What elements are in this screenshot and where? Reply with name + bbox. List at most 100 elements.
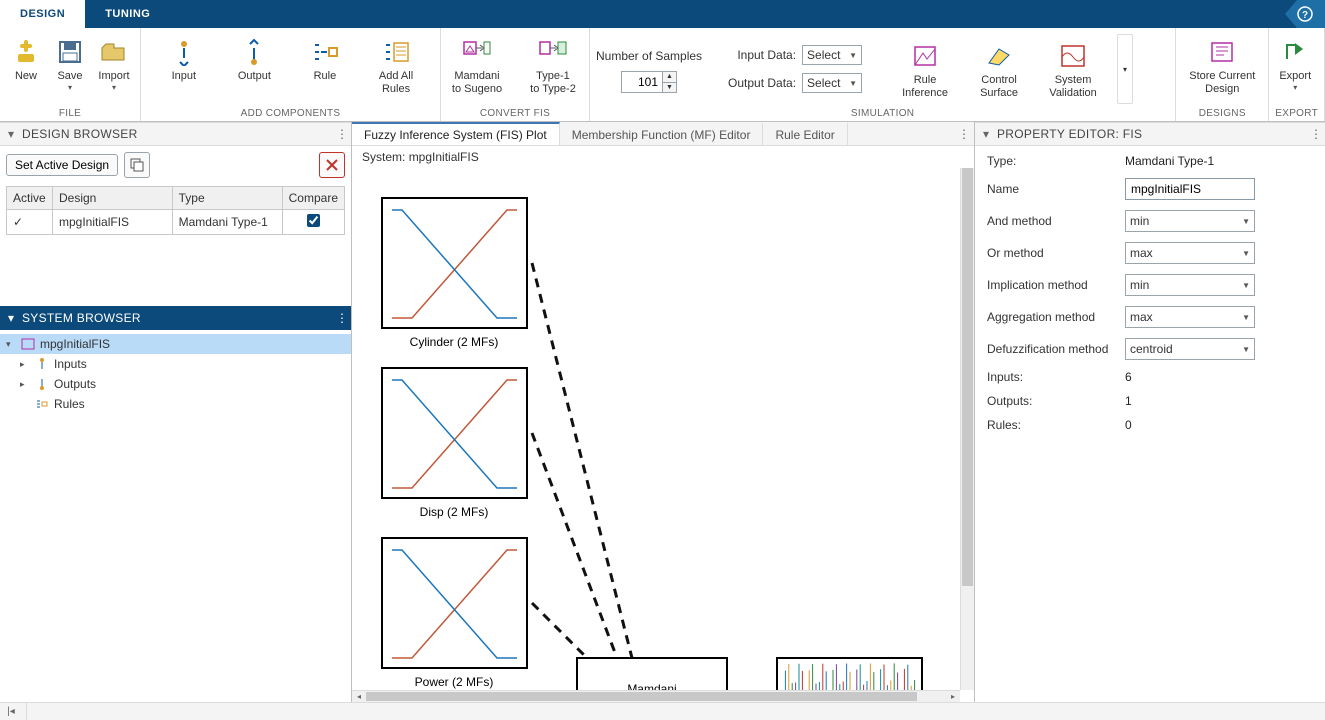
chevron-down-icon: ▼ [1242, 345, 1250, 354]
rules-icon [34, 398, 50, 410]
col-type[interactable]: Type [172, 187, 282, 210]
center-tabs-menu[interactable]: ⋮ [954, 122, 974, 145]
rule-inference-button[interactable]: Rule Inference [895, 36, 955, 101]
save-button[interactable]: Save ▾ [50, 32, 90, 94]
convert-mamdani-icon [462, 40, 492, 64]
property-editor-menu[interactable]: ⋮ [1309, 127, 1323, 141]
plot-title: System: mpgInitialFIS [362, 150, 479, 164]
control-surface-button[interactable]: Control Surface [969, 36, 1029, 101]
type1-to-type2-button[interactable]: Type-1 to Type-2 [523, 32, 583, 97]
export-icon [1281, 39, 1309, 65]
num-samples-input[interactable] [622, 72, 662, 92]
prop-outputs-label: Outputs: [987, 394, 1117, 408]
simulation-more-button[interactable]: ▾ [1117, 34, 1133, 104]
scroll-left-icon[interactable]: ◂ [352, 692, 366, 701]
delete-icon [324, 157, 340, 173]
collapse-system-browser[interactable]: ▾ [4, 311, 18, 325]
ribbon-group-export: EXPORT [1275, 106, 1318, 119]
fis-diagram[interactable]: Cylinder (2 MFs) Disp (2 MFs) Power (2 M… [352, 168, 952, 702]
mamdani-to-sugeno-button[interactable]: Mamdani to Sugeno [447, 32, 507, 97]
table-row[interactable]: ✓ mpgInitialFIS Mamdani Type-1 [7, 210, 345, 235]
prop-and-select[interactable]: min▼ [1125, 210, 1255, 232]
input-data-label: Input Data: [716, 48, 796, 62]
vertical-scrollbar[interactable] [960, 168, 974, 690]
chevron-down-icon: ▼ [1242, 281, 1250, 290]
rules-icon [382, 41, 410, 63]
new-button[interactable]: New [6, 32, 46, 85]
design-browser-title: DESIGN BROWSER [22, 127, 138, 141]
col-design[interactable]: Design [53, 187, 173, 210]
export-button[interactable]: Export ▾ [1275, 32, 1315, 94]
prop-imp-label: Implication method [987, 278, 1117, 292]
design-table: Active Design Type Compare ✓ mpgInitialF… [6, 186, 345, 235]
prop-and-label: And method [987, 214, 1117, 228]
ribbon-group-add: ADD COMPONENTS [147, 106, 434, 119]
tree-rules[interactable]: Rules [0, 394, 351, 414]
prop-name-input[interactable] [1125, 178, 1255, 200]
spin-up[interactable]: ▲ [662, 72, 676, 82]
store-design-button[interactable]: Store Current Design [1182, 32, 1262, 97]
num-samples-label: Number of Samples [596, 49, 702, 63]
rule-icon [311, 41, 339, 63]
system-browser-menu[interactable]: ⋮ [335, 311, 349, 325]
set-active-design-button[interactable]: Set Active Design [6, 154, 118, 176]
tree-expand-icon: ▾ [6, 339, 16, 350]
tree-expand-icon: ▸ [20, 359, 30, 370]
col-compare[interactable]: Compare [282, 187, 344, 210]
chevron-down-icon: ▼ [1242, 249, 1250, 258]
svg-text:Cylinder (2 MFs): Cylinder (2 MFs) [410, 335, 499, 349]
output-data-select[interactable]: Select▼ [802, 73, 862, 93]
tree-root[interactable]: ▾ mpgInitialFIS [0, 334, 351, 354]
tab-design[interactable]: DESIGN [0, 0, 85, 28]
help-button[interactable]: ? [1285, 0, 1325, 28]
ribbon-group-simulation: SIMULATION [596, 106, 1169, 119]
svg-text:Power (2 MFs): Power (2 MFs) [415, 675, 494, 689]
collapse-design-browser[interactable]: ▾ [4, 127, 18, 141]
prop-type-value: Mamdani Type-1 [1125, 154, 1214, 168]
chevron-down-icon: ▼ [1242, 313, 1250, 322]
col-active[interactable]: Active [7, 187, 53, 210]
convert-type-icon [538, 40, 568, 64]
prop-outputs-value: 1 [1125, 394, 1132, 408]
delete-design-button[interactable] [319, 152, 345, 178]
tab-fis-plot[interactable]: Fuzzy Inference System (FIS) Plot [352, 122, 560, 145]
prop-inputs-label: Inputs: [987, 370, 1117, 384]
tab-mf-editor[interactable]: Membership Function (MF) Editor [560, 122, 764, 145]
spin-down[interactable]: ▼ [662, 82, 676, 92]
system-validation-icon [1059, 43, 1087, 69]
num-samples-spinner[interactable]: ▲▼ [621, 71, 677, 93]
chevron-down-icon: ▼ [849, 51, 857, 60]
rule-inference-icon [911, 43, 939, 69]
scroll-right-icon[interactable]: ▸ [946, 692, 960, 701]
add-rule-button[interactable]: Rule [305, 32, 345, 85]
tab-rule-editor[interactable]: Rule Editor [763, 122, 847, 145]
collapse-prop-editor[interactable]: ▾ [979, 127, 993, 141]
compare-checkbox[interactable] [307, 214, 320, 227]
chevron-down-icon: ▼ [849, 79, 857, 88]
system-validation-button[interactable]: System Validation [1043, 36, 1103, 101]
prop-defuzz-label: Defuzzification method [987, 342, 1117, 356]
add-all-rules-button[interactable]: Add All Rules [375, 32, 417, 97]
property-editor-title: PROPERTY EDITOR: FIS [997, 127, 1142, 141]
tab-tuning[interactable]: TUNING [85, 0, 170, 28]
tree-inputs[interactable]: ▸ Inputs [0, 354, 351, 374]
prop-agg-select[interactable]: max▼ [1125, 306, 1255, 328]
horizontal-scrollbar[interactable]: ◂ ▸ [352, 690, 960, 702]
output-data-label: Output Data: [716, 76, 796, 90]
tree-outputs[interactable]: ▸ Outputs [0, 374, 351, 394]
prop-defuzz-select[interactable]: centroid▼ [1125, 338, 1255, 360]
copy-design-button[interactable] [124, 152, 150, 178]
prop-or-select[interactable]: max▼ [1125, 242, 1255, 264]
tree-expand-icon: ▸ [20, 379, 30, 390]
save-icon [57, 39, 83, 65]
add-output-button[interactable]: Output [234, 32, 275, 85]
import-button[interactable]: Import ▾ [94, 32, 134, 94]
system-browser-title: SYSTEM BROWSER [22, 311, 141, 325]
add-input-button[interactable]: Input [164, 32, 204, 85]
footer-nav-button[interactable]: |◂ [0, 706, 22, 717]
prop-imp-select[interactable]: min▼ [1125, 274, 1255, 296]
design-browser-menu[interactable]: ⋮ [335, 127, 349, 141]
input-data-select[interactable]: Select▼ [802, 45, 862, 65]
control-surface-icon [985, 43, 1013, 69]
ribbon-group-designs: DESIGNS [1182, 106, 1262, 119]
